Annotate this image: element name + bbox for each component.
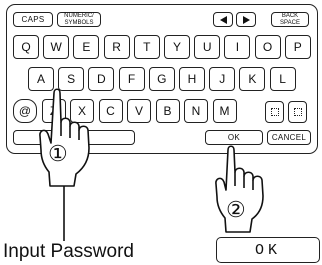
step-2-marker: ② xyxy=(226,197,246,222)
pointing-hand-icon xyxy=(39,88,90,187)
ok-display-text: OK xyxy=(254,241,281,259)
step-1-marker: ① xyxy=(48,141,68,166)
ok-display: OK xyxy=(216,237,320,263)
diagram-overlay xyxy=(39,88,264,241)
input-password-caption: Input Password xyxy=(3,241,134,262)
